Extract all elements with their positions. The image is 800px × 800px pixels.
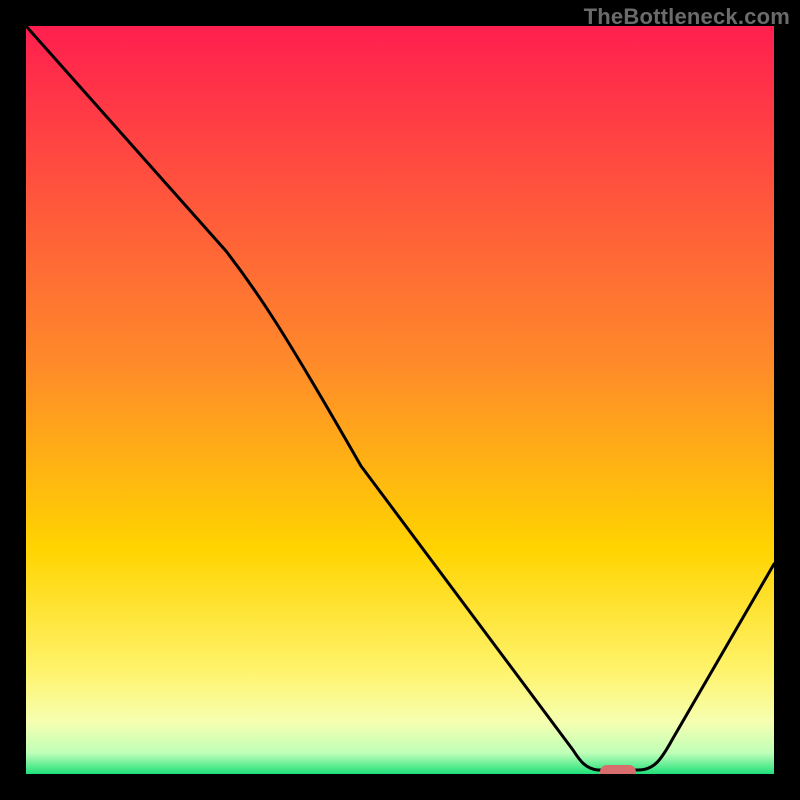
plot-svg [26, 26, 774, 774]
optimal-marker [600, 765, 636, 774]
plot-area [26, 26, 774, 774]
gradient-background [26, 26, 774, 774]
chart-frame: TheBottleneck.com [0, 0, 800, 800]
watermark-text: TheBottleneck.com [584, 4, 790, 30]
